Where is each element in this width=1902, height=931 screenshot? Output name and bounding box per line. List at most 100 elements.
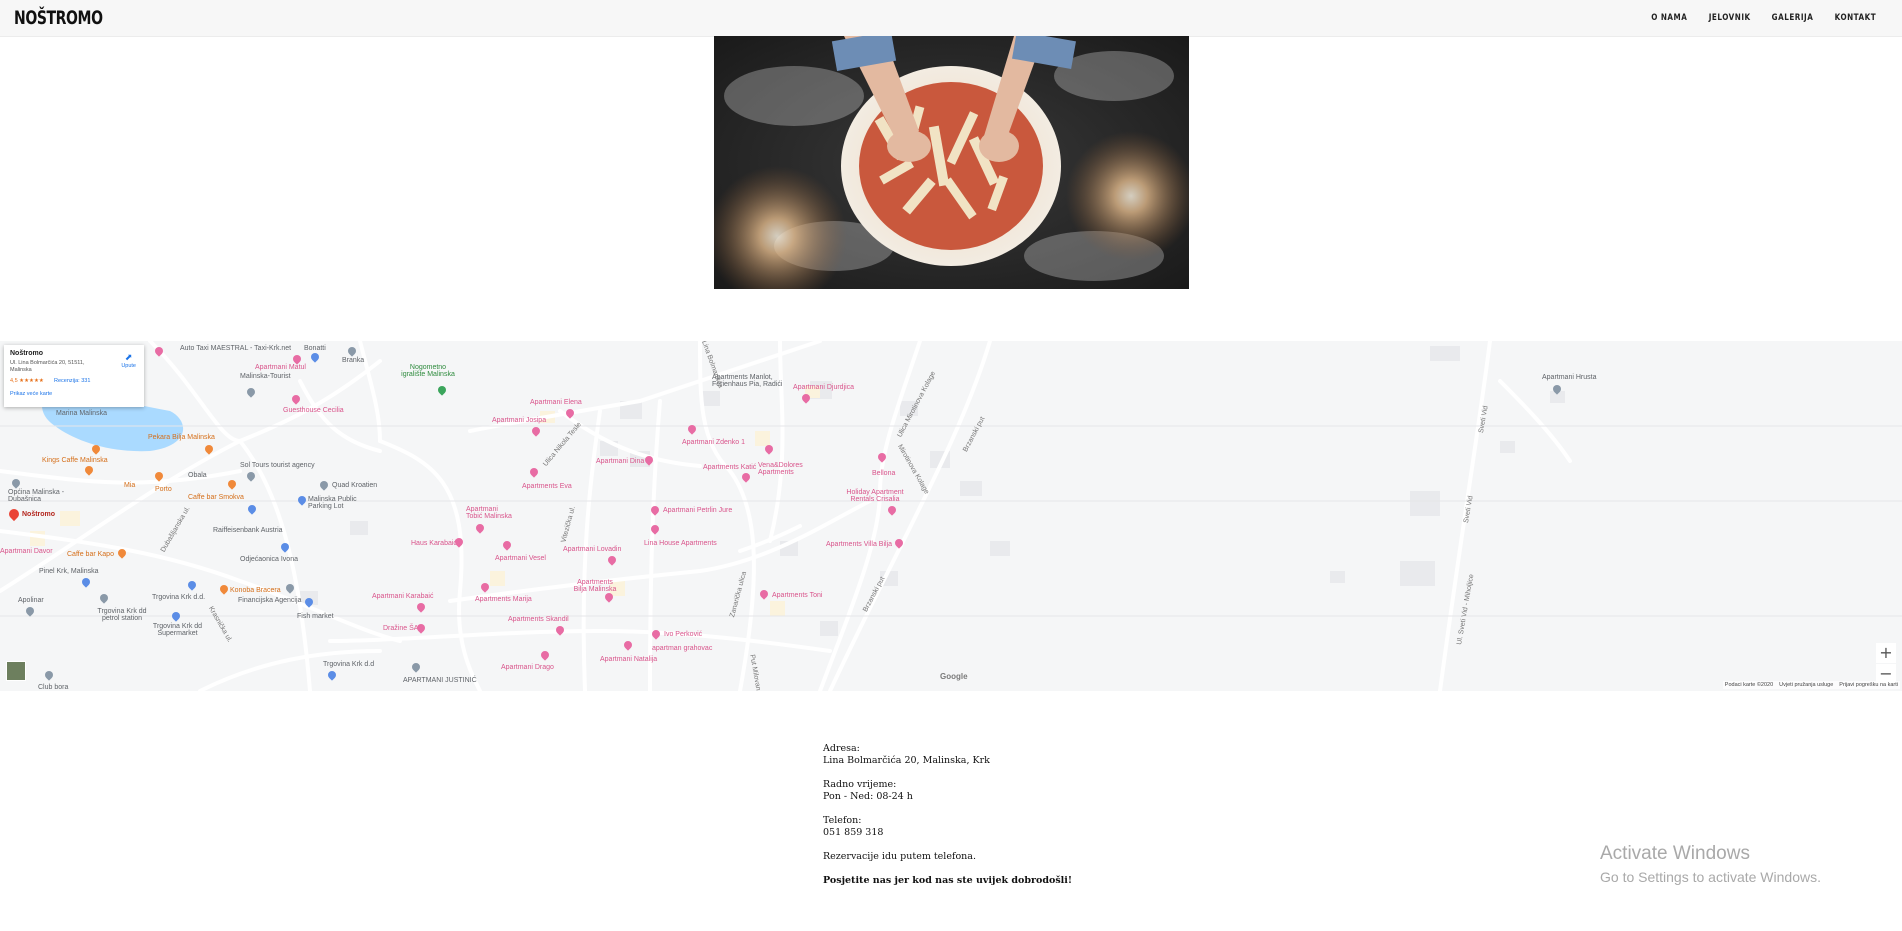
map-label: Lina House Apartments — [644, 540, 717, 547]
map-label: Apartments Eva — [522, 483, 572, 490]
map-label: Pekara Bilja Malinska — [148, 434, 215, 441]
map-attribution: Podaci karte ©2020 Uvjeti pružanja uslug… — [1722, 681, 1900, 689]
map-label: Raiffeisenbank Austria — [213, 527, 283, 534]
map-label: Kings Caffe Malinska — [42, 457, 108, 464]
map-label: Apartmani Djurdjica — [793, 384, 855, 391]
hero-pizza-photo — [714, 36, 1189, 289]
map-label: Apartmani Dina — [596, 458, 645, 465]
map-label: Mia — [124, 482, 136, 489]
map-label: Marina Malinska — [56, 410, 107, 417]
map-label: Ivo Perković — [664, 631, 703, 638]
map-label: Malinska Public Parking Lot — [308, 496, 357, 510]
activate-title: Activate Windows — [1600, 843, 1750, 864]
contact-info: Adresa: Lina Bolmarčića 20, Malinska, Kr… — [823, 743, 1072, 899]
report-error-link[interactable]: Prijavi pogrešku na karti — [1839, 682, 1898, 688]
map-label: Quad Kroatien — [332, 482, 378, 489]
zoom-in-button[interactable]: + — [1876, 643, 1896, 663]
nav-link-galerija[interactable]: GALERIJA — [1772, 13, 1814, 23]
map-label: Haus Karabaić — [411, 540, 457, 547]
map-label: Trgovina Krk dd petrol station — [97, 608, 147, 622]
map-label: Guesthouse Cecilia — [283, 407, 344, 414]
map-label: Malinska-Tourist — [240, 373, 291, 380]
site-header: NOŠTROMO O NAMA JELOVNIK GALERIJA KONTAK… — [0, 0, 1902, 37]
map-label: Apartmani Petrlin Jure — [663, 507, 733, 514]
map-label: Apartments Villa Bilja — [826, 541, 893, 548]
map-label: Apartmani Drago — [501, 664, 554, 671]
place-rating: 4,5 ★★★★★ — [10, 378, 44, 384]
map-label: Apartmani Davor — [0, 548, 53, 555]
hours-label: Radno vrijeme: — [823, 779, 897, 790]
directions-icon: ⬈ — [124, 352, 133, 362]
map-label: Nogometno igralište Malinska — [401, 364, 455, 378]
address-value: Lina Bolmarčića 20, Malinska, Krk — [823, 755, 990, 766]
map-label: Apartmani Natalija — [600, 656, 658, 663]
map-label: Trgovina Krk d.d — [323, 661, 375, 668]
map-label: Financijska Agencija — [238, 597, 302, 604]
map-label: Branka — [342, 357, 365, 364]
map-label: Apartmani Matul — [255, 364, 306, 371]
map-label: Konoba Bracera — [230, 587, 281, 594]
map-label: Apartmani Karabaić — [372, 593, 434, 600]
place-info-card: Noštromo Ul. Lina Bolmarčića 20, 51511, … — [4, 345, 144, 407]
nav-link-jelovnik[interactable]: JELOVNIK — [1708, 13, 1750, 23]
map-label: Apartmani Zdenko 1 — [682, 439, 746, 446]
map-data-credit: Podaci karte ©2020 — [1724, 682, 1774, 688]
map-roads — [0, 341, 1902, 691]
map-label: Obala — [188, 472, 207, 479]
terms-link[interactable]: Uvjeti pružanja usluge — [1779, 682, 1833, 688]
satellite-toggle[interactable] — [6, 661, 26, 681]
place-name: Noštromo — [10, 350, 44, 357]
map-label: apartman grahovac — [652, 645, 713, 652]
nav-link-o-nama[interactable]: O NAMA — [1651, 13, 1687, 23]
map-label: Apartmani Tobić Malinska — [466, 506, 512, 520]
view-larger-map-link[interactable]: Prikaz veće karte — [10, 391, 52, 397]
map-label: Apartmani Josipa — [492, 417, 547, 424]
map-label: Apartmani Elena — [530, 399, 582, 406]
google-map[interactable]: Noštromo Ul. Lina Bolmarčića 20, 51511, … — [0, 341, 1902, 691]
pizza-image — [714, 36, 1189, 289]
place-address: Ul. Lina Bolmarčića 20, 51511, Malinska — [10, 360, 85, 374]
map-label: Bellona — [872, 470, 896, 477]
map-label: Porto — [155, 486, 172, 493]
map-label: Vena&Dolores Apartments — [758, 462, 803, 476]
map-label: Auto Taxi MAESTRAL - Taxi-Krk.net — [180, 345, 292, 352]
place-reviews-link[interactable]: Recenzija: 331 — [54, 378, 90, 384]
map-label: Trgovina Krk dd Supermarket — [152, 623, 203, 637]
map-label: Apartments Marija — [475, 596, 532, 603]
hours-value: Pon - Ned: 08-24 h — [823, 791, 913, 802]
map-label: Dražine ŠA — [383, 625, 419, 632]
activate-subtitle: Go to Settings to activate Windows. — [1600, 869, 1821, 885]
directions-label: Upute — [121, 363, 136, 369]
map-label: Caffe bar Kapo — [67, 551, 114, 558]
main-nav: O NAMA JELOVNIK GALERIJA KONTAKT — [1648, 13, 1880, 23]
map-label: Apartments Katić — [703, 464, 757, 471]
map-label: Club bora — [38, 684, 69, 691]
google-logo: Google — [940, 672, 968, 681]
map-label: Trgovina Krk d.d. — [152, 594, 206, 601]
map-label: Apartments Toni — [772, 592, 823, 599]
map-label: Odjećaonica Ivona — [240, 556, 298, 563]
map-label: Sol Tours tourist agency — [240, 462, 315, 469]
map-label: Apartments Skandil — [508, 616, 569, 623]
map-label: Apartmani Vesel — [495, 555, 546, 562]
map-label: Apartmani Lovadin — [563, 546, 622, 553]
map-label: Apolinar — [18, 597, 44, 604]
site-logo[interactable]: NOŠTROMO — [14, 7, 103, 29]
map-label: APARTMANI JUSTINIĆ — [403, 677, 477, 684]
nav-link-kontakt[interactable]: KONTAKT — [1835, 13, 1877, 23]
map-label: Općina Malinska - Dubašnica — [8, 489, 65, 503]
directions-button[interactable]: ⬈ Upute — [121, 352, 136, 369]
address-label: Adresa: — [823, 743, 860, 754]
phone-value[interactable]: 051 859 318 — [823, 827, 883, 838]
reservation-note: Rezervacije idu putem telefona. — [823, 851, 976, 862]
map-label: Apartments Manlot, Ferienhaus Pia, Radić… — [712, 374, 783, 388]
map-label: Bonatti — [304, 345, 326, 352]
welcome-message: Posjetite nas jer kod nas ste uvijek dob… — [823, 875, 1073, 886]
phone-label: Telefon: — [823, 815, 862, 826]
map-label: Caffe bar Smokva — [188, 494, 244, 501]
map-label: Apartments Bilja Malinska — [573, 579, 617, 593]
map-label: Holiday Apartment Rentals Crisalia — [846, 489, 904, 503]
map-label: Apartmani Hrusta — [1542, 374, 1597, 381]
windows-activation-watermark: Activate Windows Go to Settings to activ… — [1600, 843, 1821, 885]
map-label: Fish market — [297, 613, 334, 620]
